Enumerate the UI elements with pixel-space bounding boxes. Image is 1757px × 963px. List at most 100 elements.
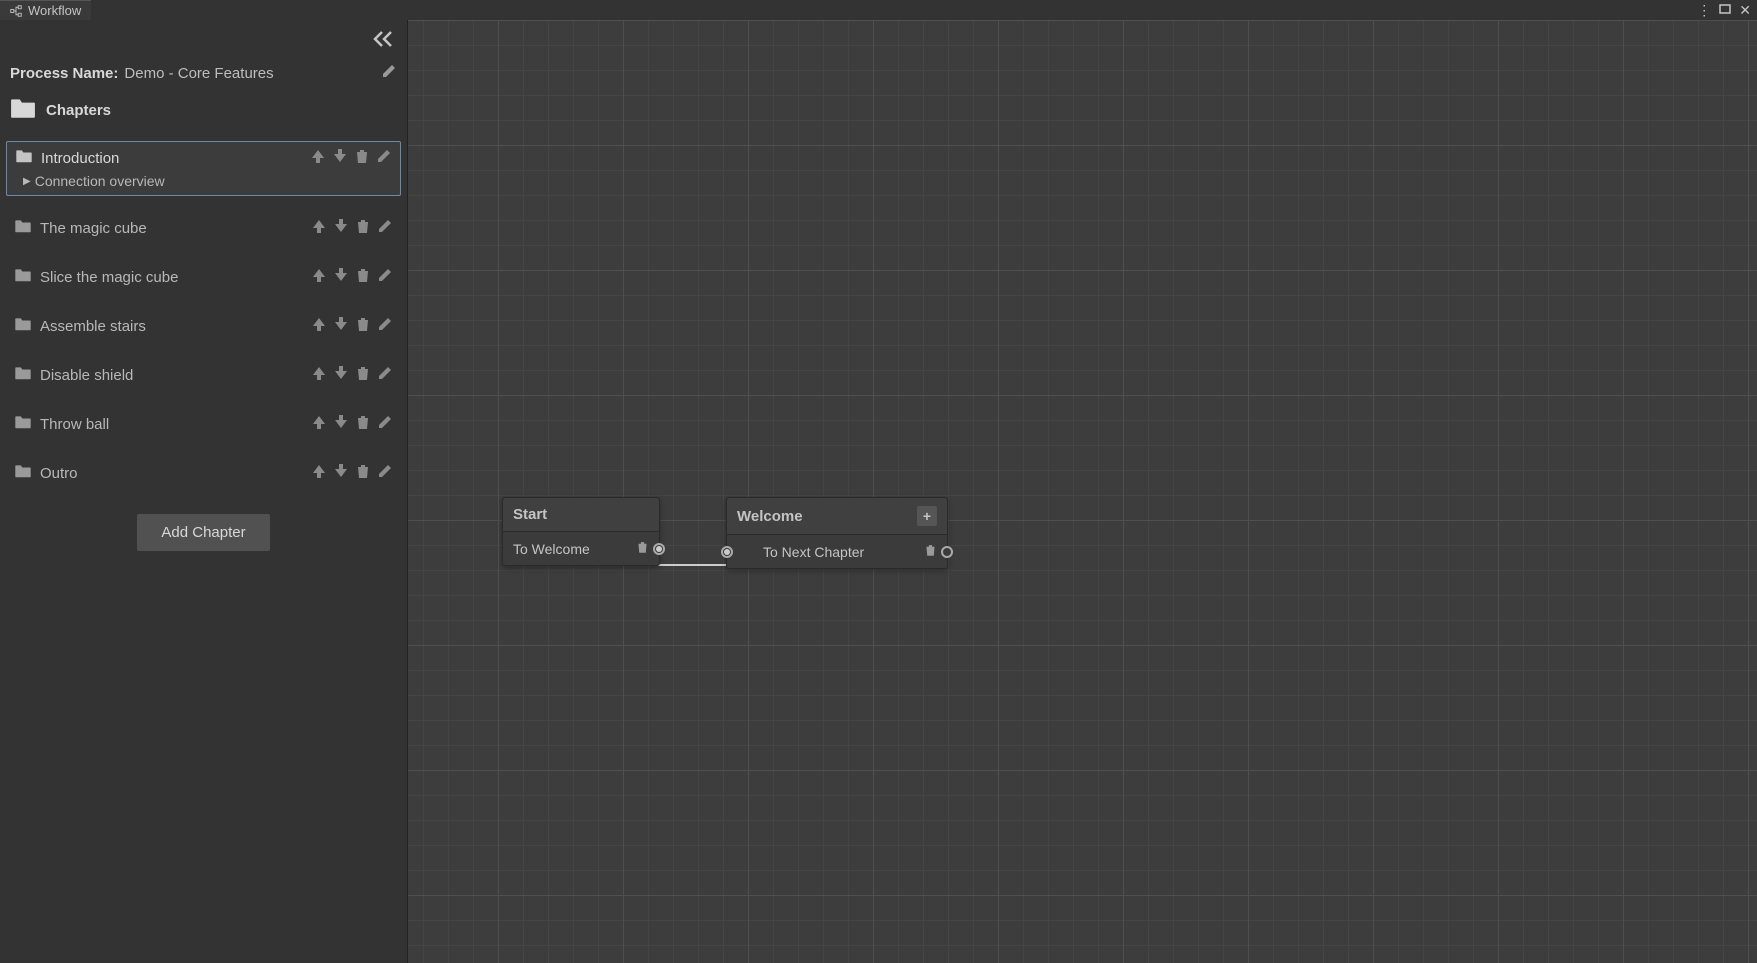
arrow-up-icon bbox=[311, 414, 327, 430]
arrow-down-icon bbox=[333, 218, 349, 234]
chapter-item-magic-cube[interactable]: The magic cube bbox=[6, 212, 401, 245]
chapter-item-throw-ball[interactable]: Throw ball bbox=[6, 408, 401, 441]
process-name-value: Demo - Core Features bbox=[124, 65, 375, 82]
trash-icon bbox=[924, 543, 937, 557]
chapter-item-introduction[interactable]: Introduction ▶ Connection overview bbox=[6, 141, 401, 196]
chapter-name: Introduction bbox=[41, 150, 302, 167]
folder-icon bbox=[14, 464, 32, 483]
move-down-button[interactable] bbox=[333, 414, 349, 435]
pencil-icon bbox=[377, 218, 393, 234]
output-port[interactable] bbox=[653, 543, 665, 555]
move-up-button[interactable] bbox=[311, 463, 327, 484]
rename-button[interactable] bbox=[377, 267, 393, 288]
arrow-down-icon bbox=[333, 365, 349, 381]
rename-button[interactable] bbox=[377, 463, 393, 484]
rename-button[interactable] bbox=[377, 218, 393, 239]
add-chapter-button[interactable]: Add Chapter bbox=[137, 514, 269, 551]
move-up-button[interactable] bbox=[311, 316, 327, 337]
delete-button[interactable] bbox=[354, 148, 370, 169]
chapter-item-outro[interactable]: Outro bbox=[6, 457, 401, 490]
pencil-icon bbox=[376, 148, 392, 164]
rename-button[interactable] bbox=[377, 414, 393, 435]
node-output-row: To Welcome bbox=[503, 532, 659, 565]
chapter-item-disable-shield[interactable]: Disable shield bbox=[6, 359, 401, 392]
chapter-subtitle-row[interactable]: ▶ Connection overview bbox=[15, 173, 392, 189]
arrow-up-icon bbox=[310, 148, 326, 164]
workflow-canvas[interactable]: Start To Welcome Welcome + To Next Chapt bbox=[408, 20, 1757, 963]
rename-button[interactable] bbox=[377, 316, 393, 337]
chapter-item-slice-magic-cube[interactable]: Slice the magic cube bbox=[6, 261, 401, 294]
chapter-name: Outro bbox=[40, 465, 303, 482]
move-up-button[interactable] bbox=[311, 218, 327, 239]
pencil-icon bbox=[377, 414, 393, 430]
delete-button[interactable] bbox=[355, 365, 371, 386]
arrow-up-icon bbox=[311, 463, 327, 479]
folder-icon bbox=[14, 366, 32, 385]
delete-button[interactable] bbox=[355, 414, 371, 435]
chapter-name: Slice the magic cube bbox=[40, 269, 303, 286]
node-title: Start bbox=[513, 506, 547, 523]
move-down-button[interactable] bbox=[333, 463, 349, 484]
trash-icon bbox=[355, 414, 371, 430]
arrow-up-icon bbox=[311, 218, 327, 234]
sidebar: Process Name: Demo - Core Features Chapt… bbox=[0, 20, 408, 963]
window-controls: ⋮ ✕ bbox=[1695, 2, 1757, 19]
add-output-button[interactable]: + bbox=[917, 506, 937, 526]
window-menu-icon[interactable]: ⋮ bbox=[1695, 2, 1713, 19]
window-maximize-icon[interactable] bbox=[1717, 2, 1733, 19]
edge-start-to-welcome[interactable] bbox=[658, 564, 730, 566]
chapter-subtitle: Connection overview bbox=[35, 173, 165, 189]
node-welcome[interactable]: Welcome + To Next Chapter bbox=[726, 497, 948, 569]
pencil-icon bbox=[381, 63, 397, 79]
chapter-item-assemble-stairs[interactable]: Assemble stairs bbox=[6, 310, 401, 343]
delete-button[interactable] bbox=[355, 463, 371, 484]
input-port[interactable] bbox=[721, 546, 733, 558]
rename-button[interactable] bbox=[376, 148, 392, 169]
trash-icon bbox=[355, 365, 371, 381]
arrow-up-icon bbox=[311, 365, 327, 381]
pencil-icon bbox=[377, 463, 393, 479]
move-up-button[interactable] bbox=[311, 414, 327, 435]
move-down-button[interactable] bbox=[333, 267, 349, 288]
folder-icon bbox=[15, 149, 33, 168]
folder-icon bbox=[10, 97, 36, 123]
delete-button[interactable] bbox=[355, 316, 371, 337]
move-up-button[interactable] bbox=[311, 365, 327, 386]
arrow-down-icon bbox=[333, 414, 349, 430]
trash-icon bbox=[354, 148, 370, 164]
node-header[interactable]: Welcome + bbox=[727, 498, 947, 535]
move-up-button[interactable] bbox=[310, 148, 326, 169]
trash-icon bbox=[355, 316, 371, 332]
pencil-icon bbox=[377, 316, 393, 332]
chapter-name: Throw ball bbox=[40, 416, 303, 433]
rename-button[interactable] bbox=[377, 365, 393, 386]
window-close-icon[interactable]: ✕ bbox=[1737, 2, 1753, 19]
arrow-down-icon bbox=[332, 148, 348, 164]
window-tab[interactable]: Workflow bbox=[0, 0, 91, 20]
delete-button[interactable] bbox=[355, 267, 371, 288]
move-up-button[interactable] bbox=[311, 267, 327, 288]
folder-icon bbox=[14, 268, 32, 287]
delete-output-button[interactable] bbox=[636, 540, 649, 557]
node-header[interactable]: Start bbox=[503, 498, 659, 532]
trash-icon bbox=[355, 463, 371, 479]
edit-process-name-button[interactable] bbox=[381, 63, 397, 83]
move-down-button[interactable] bbox=[333, 218, 349, 239]
delete-button[interactable] bbox=[355, 218, 371, 239]
pencil-icon bbox=[377, 267, 393, 283]
collapse-sidebar-button[interactable] bbox=[371, 30, 395, 53]
node-start[interactable]: Start To Welcome bbox=[502, 497, 660, 566]
delete-output-button[interactable] bbox=[924, 543, 937, 560]
chapter-name: Disable shield bbox=[40, 367, 303, 384]
folder-icon bbox=[14, 317, 32, 336]
move-down-button[interactable] bbox=[333, 316, 349, 337]
chapters-label: Chapters bbox=[46, 102, 111, 119]
arrow-up-icon bbox=[311, 316, 327, 332]
arrow-up-icon bbox=[311, 267, 327, 283]
titlebar: Workflow ⋮ ✕ bbox=[0, 0, 1757, 20]
arrow-down-icon bbox=[333, 267, 349, 283]
move-down-button[interactable] bbox=[332, 148, 348, 169]
output-port[interactable] bbox=[941, 546, 953, 558]
move-down-button[interactable] bbox=[333, 365, 349, 386]
arrow-down-icon bbox=[333, 316, 349, 332]
